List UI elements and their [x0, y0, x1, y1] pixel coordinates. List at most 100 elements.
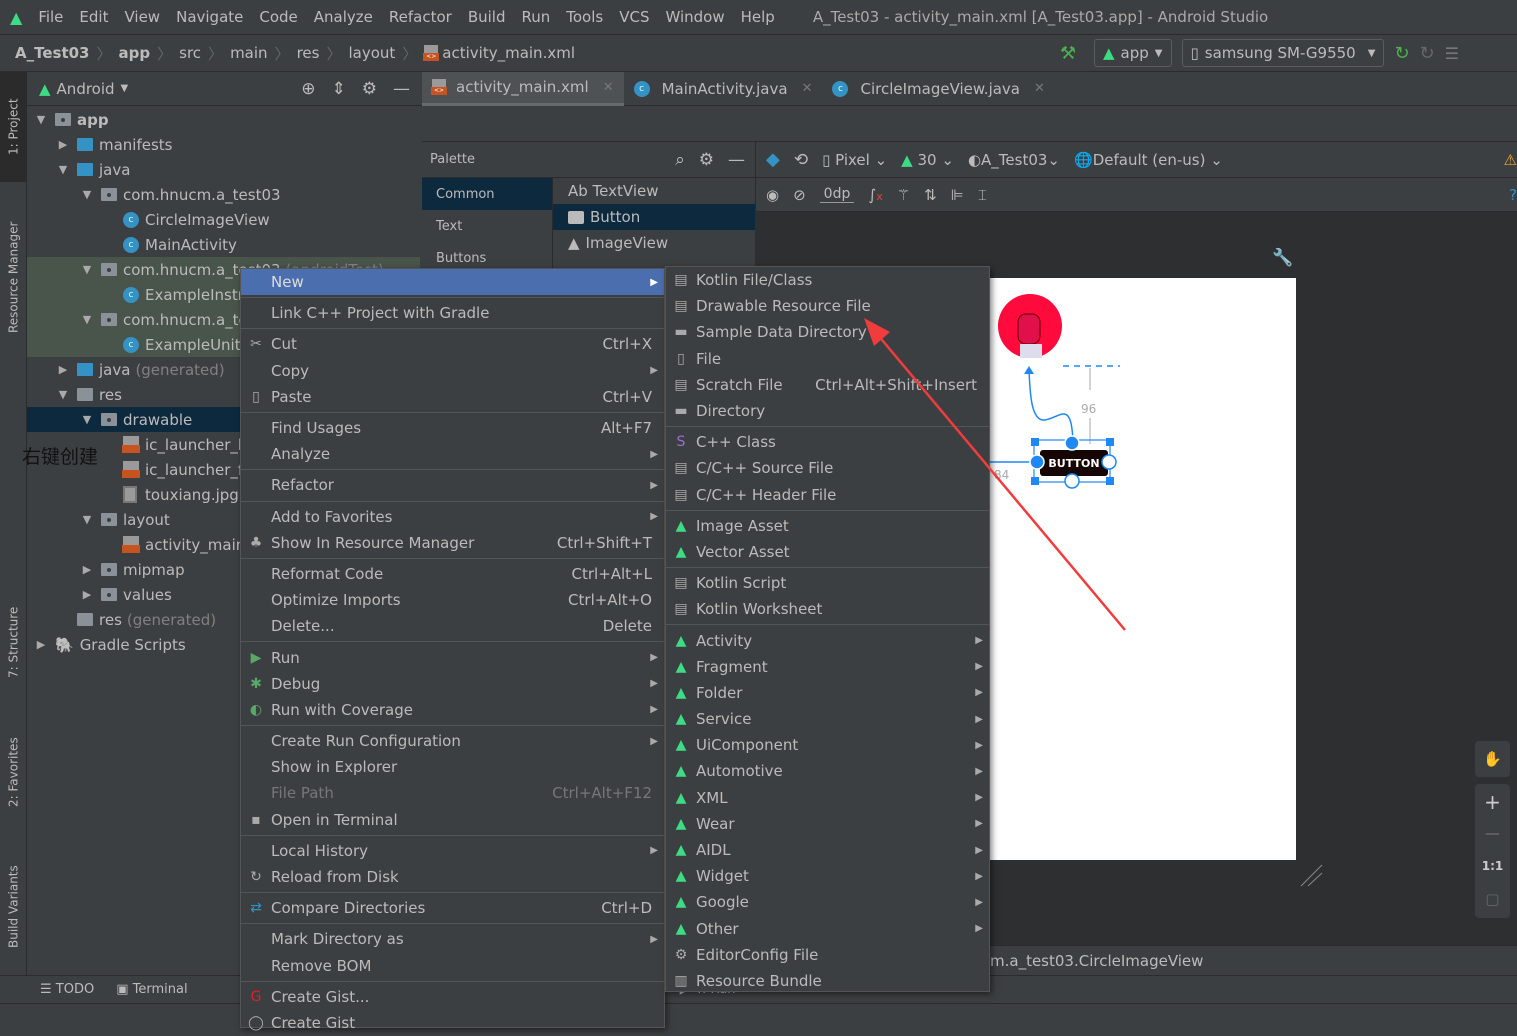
resize-grip-icon[interactable]: [1298, 862, 1326, 890]
tree-item-circleimageview[interactable]: c CircleImageView: [27, 207, 420, 232]
menu-item-mark-directory-as[interactable]: Mark Directory as ▶: [241, 926, 664, 952]
expand-arrow-icon[interactable]: ▼: [81, 313, 93, 326]
menu-item-editorconfig-file[interactable]: ⚙ EditorConfig File: [666, 942, 989, 968]
locate-icon[interactable]: ⊕: [301, 79, 315, 99]
menu-item-show-in-resource-manager[interactable]: ♣ Show In Resource Manager Ctrl+Shift+T: [241, 530, 664, 556]
menu-item-local-history[interactable]: Local History ▶: [241, 838, 664, 864]
warning-icon[interactable]: ⚠: [1504, 151, 1517, 169]
api-select[interactable]: ▲ 30 ⌄: [901, 151, 954, 169]
menu-item-create-gist[interactable]: G Create Gist...: [241, 984, 664, 1010]
theme-select[interactable]: ◐A_Test03⌄: [968, 151, 1060, 169]
menu-item-folder[interactable]: ▲ Folder ▶: [666, 680, 989, 706]
menu-edit[interactable]: Edit: [79, 8, 108, 26]
menu-analyze[interactable]: Analyze: [314, 8, 373, 26]
expand-arrow-icon[interactable]: ▼: [35, 113, 47, 126]
menu-item-resource-bundle[interactable]: ▥ Resource Bundle: [666, 968, 989, 994]
collapse-all-icon[interactable]: ⇕: [332, 79, 346, 99]
expand-arrow-icon[interactable]: ▶: [81, 588, 93, 601]
tree-item-com-hnucm-a-test03[interactable]: ▼ com.hnucm.a_test03: [27, 182, 420, 207]
menu-build[interactable]: Build: [468, 8, 506, 26]
infer-constraints-icon[interactable]: ⚚: [897, 186, 910, 204]
layers-icon[interactable]: ◆: [766, 149, 780, 170]
menu-item-fragment[interactable]: ▲ Fragment ▶: [666, 654, 989, 680]
menu-item-other[interactable]: ▲ Other ▶: [666, 916, 989, 942]
menu-item-debug[interactable]: ✱ Debug ▶: [241, 671, 664, 697]
menu-item-widget[interactable]: ▲ Widget ▶: [666, 863, 989, 889]
expand-arrow-icon[interactable]: ▶: [35, 638, 47, 651]
menu-item-reload-from-disk[interactable]: ↻ Reload from Disk: [241, 864, 664, 890]
menu-vcs[interactable]: VCS: [619, 8, 649, 26]
breadcrumb-src[interactable]: src: [179, 44, 201, 62]
close-icon[interactable]: ✕: [1034, 81, 1045, 96]
menu-item-remove-bom[interactable]: Remove BOM: [241, 953, 664, 979]
tool-tab-project[interactable]: 1: Project: [0, 72, 27, 182]
menu-item-service[interactable]: ▲ Service ▶: [666, 706, 989, 732]
breadcrumb-project[interactable]: A_Test03: [15, 44, 90, 62]
menu-view[interactable]: View: [124, 8, 160, 26]
wrench-icon[interactable]: 🔧: [1272, 248, 1293, 268]
run-config-select[interactable]: ▲ app ▼: [1094, 39, 1172, 67]
todo-tab[interactable]: ☰ TODO: [40, 982, 94, 997]
menu-item-add-to-favorites[interactable]: Add to Favorites ▶: [241, 504, 664, 530]
tree-item-manifests[interactable]: ▶ manifests: [27, 132, 420, 157]
menu-item-refactor[interactable]: Refactor ▶: [241, 472, 664, 498]
menu-item-aidl[interactable]: ▲ AIDL ▶: [666, 837, 989, 863]
menu-item-reformat-code[interactable]: Reformat Code Ctrl+Alt+L: [241, 561, 664, 587]
clear-constraints-icon[interactable]: ∫x: [868, 186, 882, 204]
palette-item-button[interactable]: Button: [553, 204, 755, 230]
orientation-icon[interactable]: ⟲: [794, 150, 808, 170]
project-view-select[interactable]: Android: [57, 80, 115, 98]
default-margin-select[interactable]: 0dp: [819, 186, 855, 203]
expand-arrow-icon[interactable]: ▼: [57, 388, 69, 401]
menu-item-analyze[interactable]: Analyze ▶: [241, 441, 664, 467]
expand-arrow-icon[interactable]: ▶: [57, 363, 69, 376]
menu-refactor[interactable]: Refactor: [389, 8, 452, 26]
tree-item-java[interactable]: ▼ java: [27, 157, 420, 182]
breadcrumb-main[interactable]: main: [230, 44, 267, 62]
menu-window[interactable]: Window: [665, 8, 724, 26]
pack-icon[interactable]: ⇅: [924, 186, 937, 204]
tool-tab-build-variants[interactable]: Build Variants: [0, 852, 27, 962]
apply-code-changes-icon[interactable]: ↻: [1420, 43, 1435, 64]
menu-item-cut[interactable]: ✂ Cut Ctrl+X: [241, 331, 664, 357]
gear-icon[interactable]: ⚙: [362, 79, 377, 99]
zoom-in-button[interactable]: +: [1475, 784, 1510, 817]
menu-file[interactable]: File: [38, 8, 63, 26]
device-select[interactable]: ▯ Pixel ⌄: [822, 151, 887, 169]
menu-item-create-run-configuration[interactable]: Create Run Configuration ▶: [241, 728, 664, 754]
menu-item-uicomponent[interactable]: ▲ UiComponent ▶: [666, 732, 989, 758]
expand-arrow-icon[interactable]: ▼: [81, 263, 93, 276]
menu-item-link-c-project-with-gradle[interactable]: Link C++ Project with Gradle: [241, 300, 664, 326]
expand-arrow-icon[interactable]: ▶: [81, 563, 93, 576]
menu-item-delete[interactable]: Delete... Delete: [241, 613, 664, 639]
gear-icon[interactable]: ⚙: [699, 150, 714, 170]
menu-item-new[interactable]: New ▶: [241, 269, 664, 296]
breadcrumb-file[interactable]: activity_main.xml: [442, 44, 575, 62]
menu-help[interactable]: Help: [741, 8, 775, 26]
zoom-fit-button[interactable]: ▢: [1475, 883, 1510, 916]
device-select[interactable]: ▯ samsung SM-G9550 ▼: [1181, 39, 1385, 67]
tab-circle-image-view-java[interactable]: c CircleImageView.java ✕: [822, 72, 1054, 106]
menu-item-paste[interactable]: ▯ Paste Ctrl+V: [241, 384, 664, 410]
menu-item-open-in-terminal[interactable]: ▪ Open in Terminal: [241, 807, 664, 833]
align-icon[interactable]: ⊫: [951, 186, 964, 204]
menu-item-xml[interactable]: ▲ XML ▶: [666, 785, 989, 811]
tool-tab-resource-manager[interactable]: Resource Manager: [0, 202, 27, 352]
menu-item-show-in-explorer[interactable]: Show in Explorer: [241, 754, 664, 780]
menu-item-compare-directories[interactable]: ⇄ Compare Directories Ctrl+D: [241, 895, 664, 921]
menu-item-create-gist[interactable]: ◯ Create Gist: [241, 1010, 664, 1036]
tab-activity-main-xml[interactable]: activity_main.xml ✕: [422, 71, 624, 106]
breadcrumb-layout[interactable]: layout: [348, 44, 395, 62]
expand-arrow-icon[interactable]: ▶: [57, 138, 69, 151]
palette-category-common[interactable]: Common: [422, 178, 552, 210]
logcat-icon[interactable]: ☰: [1445, 44, 1459, 63]
tree-item-app[interactable]: ▼ app: [27, 107, 420, 132]
tree-item-mainactivity[interactable]: c MainActivity: [27, 232, 420, 257]
menu-item-google[interactable]: ▲ Google ▶: [666, 889, 989, 915]
help-icon[interactable]: ?: [1509, 186, 1517, 204]
expand-arrow-icon[interactable]: ▼: [81, 413, 93, 426]
chevron-down-icon[interactable]: ▼: [121, 83, 129, 94]
breadcrumb-res[interactable]: res: [297, 44, 320, 62]
terminal-tab[interactable]: ▣ Terminal: [116, 982, 187, 997]
palette-item-textview[interactable]: Ab TextView: [553, 178, 755, 204]
